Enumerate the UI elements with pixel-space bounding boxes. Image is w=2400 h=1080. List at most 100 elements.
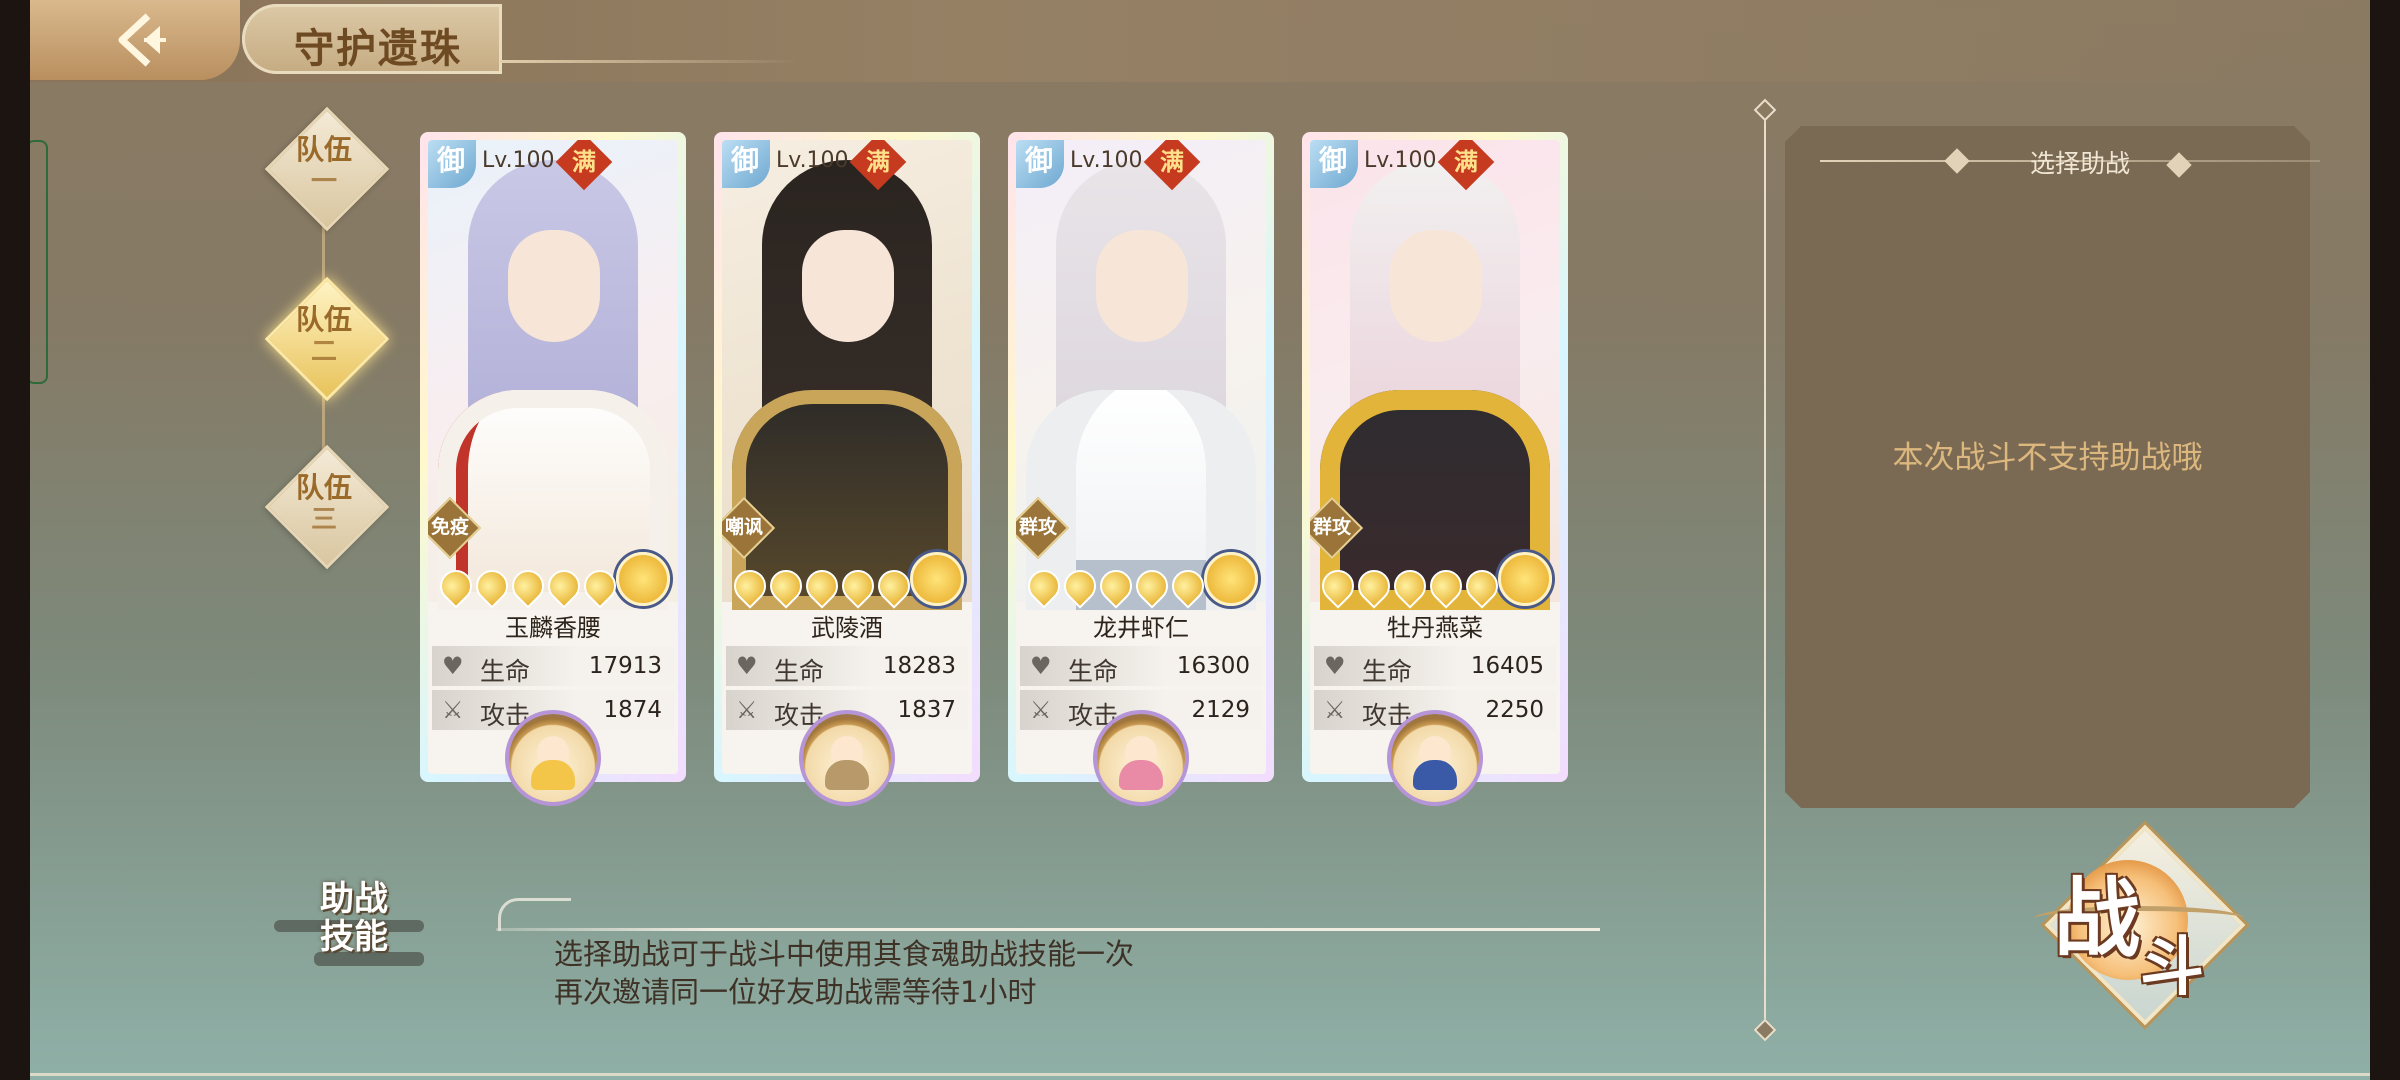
- flame-star-icon: [577, 563, 623, 609]
- hp-label: 生命: [480, 657, 531, 686]
- flame-star-icon: [1165, 563, 1211, 609]
- max-tag: 满: [572, 147, 596, 176]
- hp-value: 16405: [1470, 653, 1544, 679]
- assist-skill-badge: 助战 技能: [274, 880, 424, 970]
- top-bar: 守护遗珠: [30, 0, 2370, 82]
- hp-row: ♥ 生命 18283: [726, 646, 968, 686]
- flower-emblem-icon: [1498, 552, 1552, 606]
- fight-label-2: 斗: [2140, 930, 2204, 1005]
- card-inner: 御 Lv.100 满 群攻 龙井虾仁 ♥ 生命 16300 ⚔ 攻击 2129: [1016, 140, 1266, 774]
- back-button[interactable]: [112, 8, 176, 72]
- team-tab-label: 队伍三: [295, 471, 352, 536]
- character-card-2[interactable]: 御 Lv.100 满 嘲讽 武陵酒 ♥ 生命 18283 ⚔ 攻击 1837: [714, 132, 980, 802]
- heart-icon: ♥: [1324, 652, 1346, 680]
- max-tag: 满: [1454, 147, 1478, 176]
- attack-value: 1874: [603, 697, 662, 723]
- hp-row: ♥ 生命 17913: [432, 646, 674, 686]
- character-name: 牡丹燕菜: [1387, 614, 1483, 642]
- spirit-avatar[interactable]: [509, 714, 597, 802]
- hp-value: 18283: [882, 653, 956, 679]
- fight-button[interactable]: 战 斗: [2034, 820, 2246, 1026]
- card-inner: 御 Lv.100 满 群攻 牡丹燕菜 ♥ 生命 16405 ⚔ 攻击 2250: [1310, 140, 1560, 774]
- heart-icon: ♥: [736, 652, 758, 680]
- flame-star-icon: [763, 563, 809, 609]
- level-text: Lv.100: [1364, 148, 1437, 173]
- title-plate: 守护遗珠: [242, 4, 502, 74]
- team-tab-label: 队伍一: [295, 133, 352, 198]
- flame-star-icon: [1129, 563, 1175, 609]
- attack-value: 1837: [897, 697, 956, 723]
- flower-emblem-icon: [910, 552, 964, 606]
- card-inner: 御 Lv.100 满 免疫 玉麟香腰 ♥ 生命 17913 ⚔ 攻击 1874: [428, 140, 678, 774]
- sword-icon: ⚔: [442, 696, 464, 724]
- assist-panel-title: 选择助战: [2029, 149, 2130, 178]
- role-label: 免疫: [430, 516, 469, 538]
- title-underline: [500, 60, 800, 63]
- class-badge: 御: [428, 140, 476, 188]
- skill-divider-curl: [498, 898, 571, 931]
- max-tag: 满: [1160, 147, 1184, 176]
- flower-emblem-icon: [1204, 552, 1258, 606]
- level-text: Lv.100: [1070, 148, 1143, 173]
- back-arrow-icon: [118, 13, 166, 67]
- flame-star-icon: [1093, 563, 1139, 609]
- flame-star-icon: [727, 563, 773, 609]
- tab-team-3[interactable]: 队伍三: [264, 444, 390, 570]
- star-rating: [1315, 563, 1505, 609]
- flame-star-icon: [799, 563, 845, 609]
- hp-value: 17913: [588, 653, 662, 679]
- flame-star-icon: [871, 563, 917, 609]
- class-badge: 御: [1310, 140, 1358, 188]
- role-badge: 群攻: [1310, 496, 1364, 560]
- sword-icon: ⚔: [1324, 696, 1346, 724]
- hp-label: 生命: [1068, 657, 1119, 686]
- flower-emblem-icon: [616, 552, 670, 606]
- spirit-avatar[interactable]: [1097, 714, 1185, 802]
- flame-star-icon: [1423, 563, 1469, 609]
- spirit-avatar[interactable]: [1391, 714, 1479, 802]
- level-text: Lv.100: [776, 148, 849, 173]
- class-badge: 御: [722, 140, 770, 188]
- star-rating: [1021, 563, 1211, 609]
- flame-star-icon: [469, 563, 515, 609]
- tab-team-2[interactable]: 队伍二: [264, 276, 390, 402]
- spirit-avatar[interactable]: [803, 714, 891, 802]
- hp-label: 生命: [774, 657, 825, 686]
- sword-icon: ⚔: [736, 696, 758, 724]
- role-badge: 群攻: [1016, 496, 1070, 560]
- tab-team-1[interactable]: 队伍一: [264, 106, 390, 232]
- attack-value: 2250: [1485, 697, 1544, 723]
- character-card-3[interactable]: 御 Lv.100 满 群攻 龙井虾仁 ♥ 生命 16300 ⚔ 攻击 2129: [1008, 132, 1274, 802]
- flame-star-icon: [433, 563, 479, 609]
- flame-star-icon: [1315, 563, 1361, 609]
- sword-icon: ⚔: [1030, 696, 1052, 724]
- role-badge: 免疫: [428, 496, 482, 560]
- character-name: 玉麟香腰: [505, 614, 601, 642]
- flame-star-icon: [835, 563, 881, 609]
- flame-star-icon: [541, 563, 587, 609]
- role-label: 群攻: [1018, 516, 1057, 538]
- assist-unavailable-message: 本次战斗不支持助战哦: [1892, 440, 2203, 476]
- character-card-4[interactable]: 御 Lv.100 满 群攻 牡丹燕菜 ♥ 生命 16405 ⚔ 攻击 2250: [1302, 132, 1568, 802]
- hp-row: ♥ 生命 16300: [1020, 646, 1262, 686]
- flame-star-icon: [1057, 563, 1103, 609]
- flame-star-icon: [1387, 563, 1433, 609]
- role-label: 嘲讽: [724, 516, 763, 538]
- role-label: 群攻: [1312, 516, 1351, 538]
- flame-star-icon: [1021, 563, 1067, 609]
- heart-icon: ♥: [1030, 652, 1052, 680]
- character-card-1[interactable]: 御 Lv.100 满 免疫 玉麟香腰 ♥ 生命 17913 ⚔ 攻击 1874: [420, 132, 686, 802]
- page-title: 守护遗珠: [294, 25, 462, 72]
- assist-skill-description: 选择助战可于战斗中使用其食魂助战技能一次 再次邀请同一位好友助战需等待1小时: [554, 937, 1135, 1009]
- edge-accent: [30, 140, 48, 384]
- hp-value: 16300: [1176, 653, 1250, 679]
- class-badge: 御: [1016, 140, 1064, 188]
- star-rating: [433, 563, 623, 609]
- game-screen: 守护遗珠 队伍一 队伍二 队伍三 御 Lv.100 满 免疫 玉麟香腰 ♥ 生命…: [30, 0, 2370, 1080]
- character-name: 龙井虾仁: [1093, 614, 1189, 642]
- star-rating: [727, 563, 917, 609]
- card-inner: 御 Lv.100 满 嘲讽 武陵酒 ♥ 生命 18283 ⚔ 攻击 1837: [722, 140, 972, 774]
- team-tab-label: 队伍二: [295, 303, 352, 368]
- attack-value: 2129: [1191, 697, 1250, 723]
- role-badge: 嘲讽: [722, 496, 776, 560]
